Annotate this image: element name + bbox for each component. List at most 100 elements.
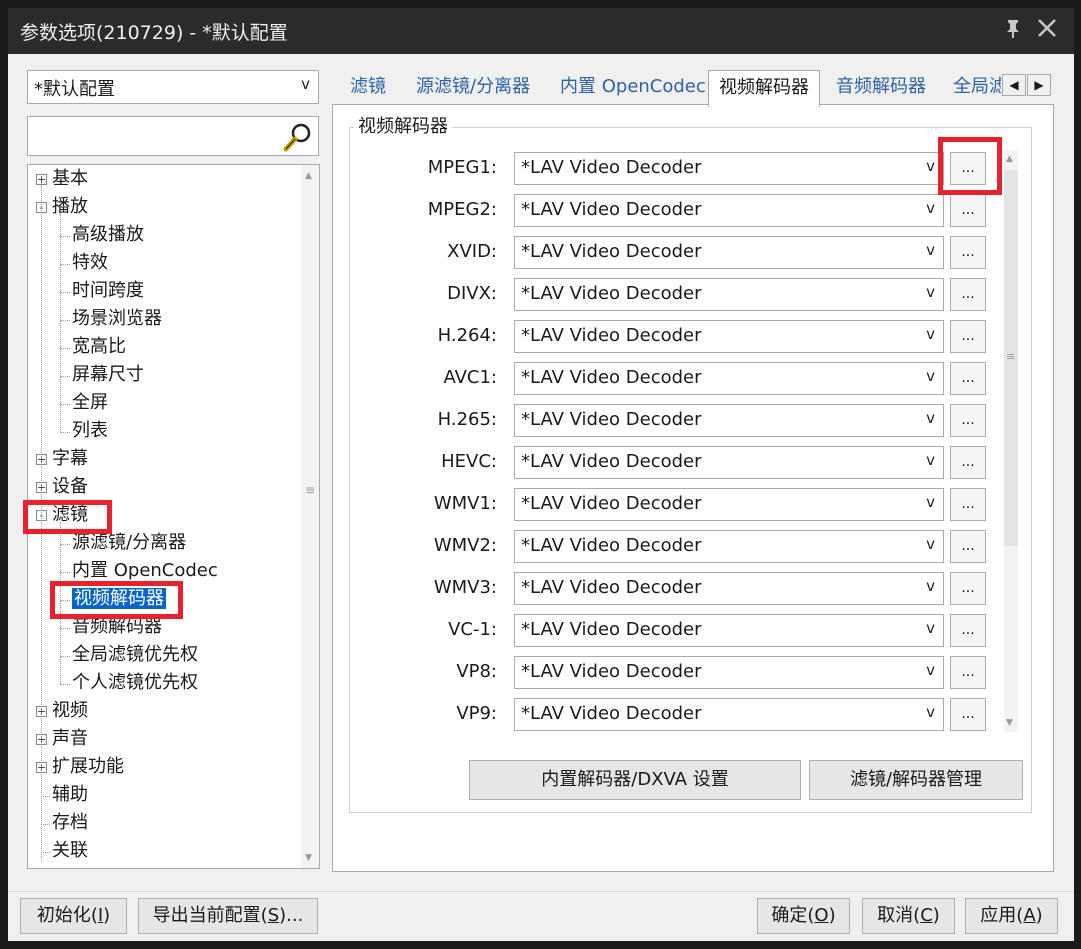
tree-item[interactable]: 内置 OpenCodec	[72, 558, 218, 584]
tree-item[interactable]: 字幕	[52, 446, 88, 472]
expand-icon[interactable]: +	[36, 174, 47, 185]
tree-item[interactable]: 屏幕尺寸	[72, 362, 144, 388]
scroll-grip-icon[interactable]: ≡	[1006, 350, 1015, 363]
tree-item[interactable]: 视频解码器	[72, 586, 166, 612]
decoder-select[interactable]: *LAV Video Decoder v	[514, 698, 944, 731]
ok-button[interactable]: 确定(O)	[757, 898, 850, 934]
tab-scroll-right-icon[interactable]: ▶	[1027, 74, 1051, 96]
tree-connector	[60, 572, 70, 573]
tab-scroll-left-icon[interactable]: ◀	[1002, 74, 1026, 96]
scroll-down-icon[interactable]: ▼	[1006, 718, 1013, 728]
decoder-format-label: MPEG2:	[427, 199, 497, 220]
decoder-select[interactable]: *LAV Video Decoder v	[514, 152, 944, 185]
scroll-grip-icon[interactable]: ≡	[305, 483, 315, 497]
decoder-select[interactable]: *LAV Video Decoder v	[514, 656, 944, 689]
settings-tree[interactable]: 基本 + 播放 - 高级播放 特效 时间跨度 场景浏览器 宽高比 屏幕尺寸 全屏 列表 字幕 + 设备 + 滤镜…	[27, 164, 320, 869]
tree-item[interactable]: 基本	[52, 166, 88, 192]
tree-item-label: 全屏	[72, 392, 108, 413]
decoder-config-button[interactable]: ...	[950, 152, 986, 185]
tab-global-filter[interactable]: 全局滤	[953, 70, 1001, 104]
decoder-config-button[interactable]: ...	[950, 320, 986, 353]
init-button[interactable]: 初始化(I)	[20, 898, 127, 934]
tree-item[interactable]: 扩展功能	[52, 754, 124, 780]
tree-item[interactable]: 播放	[52, 194, 88, 220]
scroll-up-icon[interactable]: ▲	[1006, 154, 1013, 164]
tree-item[interactable]: 高级播放	[72, 222, 144, 248]
decoder-select[interactable]: *LAV Video Decoder v	[514, 614, 944, 647]
decoder-select[interactable]: *LAV Video Decoder v	[514, 278, 944, 311]
apply-button[interactable]: 应用(A)	[965, 898, 1058, 934]
tab-filters[interactable]: 滤镜	[350, 70, 386, 104]
filter-manager-button[interactable]: 滤镜/解码器管理	[809, 760, 1023, 800]
decoder-scrollbar[interactable]: ▲ ≡ ▼	[1004, 150, 1018, 732]
decoder-config-button[interactable]: ...	[950, 236, 986, 269]
tab-opencodec[interactable]: 内置 OpenCodec	[560, 70, 706, 104]
tree-item[interactable]: 源滤镜/分离器	[72, 530, 186, 556]
tree-connector	[60, 628, 70, 629]
cancel-button[interactable]: 取消(C)	[862, 898, 955, 934]
tree-connector	[60, 600, 70, 601]
decoder-select[interactable]: *LAV Video Decoder v	[514, 572, 944, 605]
decoder-config-button[interactable]: ...	[950, 362, 986, 395]
decoder-config-button[interactable]: ...	[950, 404, 986, 437]
dxva-settings-button[interactable]: 内置解码器/DXVA 设置	[469, 760, 801, 800]
tree-item-label: 字幕	[52, 448, 88, 469]
decoder-config-button[interactable]: ...	[950, 530, 986, 563]
tree-item[interactable]: 存档	[52, 810, 88, 836]
tree-item[interactable]: 列表	[72, 418, 108, 444]
ok-button-label: 确定	[771, 905, 808, 926]
search-input[interactable]	[27, 116, 319, 156]
tree-item[interactable]: 时间跨度	[72, 278, 144, 304]
tab-source-filter[interactable]: 源滤镜/分离器	[416, 70, 530, 104]
decoder-format-label: WMV1:	[433, 493, 497, 514]
tab-video-decoder[interactable]: 视频解码器	[708, 70, 820, 107]
pin-icon[interactable]	[998, 16, 1028, 46]
decoder-select[interactable]: *LAV Video Decoder v	[514, 404, 944, 437]
tree-connector	[60, 522, 61, 684]
decoder-select[interactable]: *LAV Video Decoder v	[514, 446, 944, 479]
decoder-select-value: *LAV Video Decoder	[521, 535, 702, 556]
magnifier-icon[interactable]	[282, 121, 314, 153]
chevron-down-icon: v	[926, 157, 935, 175]
tree-item[interactable]: 音频解码器	[72, 614, 162, 640]
tab-audio-decoder[interactable]: 音频解码器	[836, 70, 926, 104]
export-config-button[interactable]: 导出当前配置(S)...	[138, 898, 318, 934]
decoder-select[interactable]: *LAV Video Decoder v	[514, 194, 944, 227]
tree-item[interactable]: 全局滤镜优先权	[72, 642, 198, 668]
profile-combo[interactable]: *默认配置 v	[27, 70, 319, 104]
tree-connector	[41, 852, 50, 853]
decoder-config-button[interactable]: ...	[950, 488, 986, 521]
tree-item[interactable]: 个人滤镜优先权	[72, 670, 198, 696]
decoder-config-button[interactable]: ...	[950, 572, 986, 605]
tree-item[interactable]: 宽高比	[72, 334, 126, 360]
decoder-config-button[interactable]: ...	[950, 194, 986, 227]
decoder-config-button[interactable]: ...	[950, 278, 986, 311]
tree-item[interactable]: 全屏	[72, 390, 108, 416]
decoder-select[interactable]: *LAV Video Decoder v	[514, 236, 944, 269]
tree-item[interactable]: 辅助	[52, 782, 88, 808]
tree-item[interactable]: 视频	[52, 698, 88, 724]
tree-item-label: 扩展功能	[52, 756, 124, 777]
tree-item[interactable]: 设备	[52, 474, 88, 500]
tree-item[interactable]: 声音	[52, 726, 88, 752]
decoder-config-button[interactable]: ...	[950, 446, 986, 479]
tree-item[interactable]: 特效	[72, 250, 108, 276]
init-hotkey: I	[97, 905, 104, 926]
decoder-config-button[interactable]: ...	[950, 698, 986, 731]
tree-connector	[60, 264, 70, 265]
decoder-select[interactable]: *LAV Video Decoder v	[514, 488, 944, 521]
tree-item[interactable]: 场景浏览器	[72, 306, 162, 332]
decoder-config-button[interactable]: ...	[950, 656, 986, 689]
decoder-config-button[interactable]: ...	[950, 614, 986, 647]
decoder-select[interactable]: *LAV Video Decoder v	[514, 320, 944, 353]
decoder-select[interactable]: *LAV Video Decoder v	[514, 530, 944, 563]
tree-item[interactable]: 关联	[52, 838, 88, 864]
scroll-down-icon[interactable]: ▼	[305, 853, 312, 863]
decoder-select-value: *LAV Video Decoder	[521, 199, 702, 220]
tree-item[interactable]: 滤镜	[52, 502, 88, 528]
tree-scrollbar[interactable]: ▲ ≡ ▼	[301, 165, 319, 868]
scroll-up-icon[interactable]: ▲	[305, 171, 312, 181]
decoder-select[interactable]: *LAV Video Decoder v	[514, 362, 944, 395]
ok-hotkey: O	[814, 905, 829, 926]
close-icon[interactable]	[1032, 16, 1062, 46]
